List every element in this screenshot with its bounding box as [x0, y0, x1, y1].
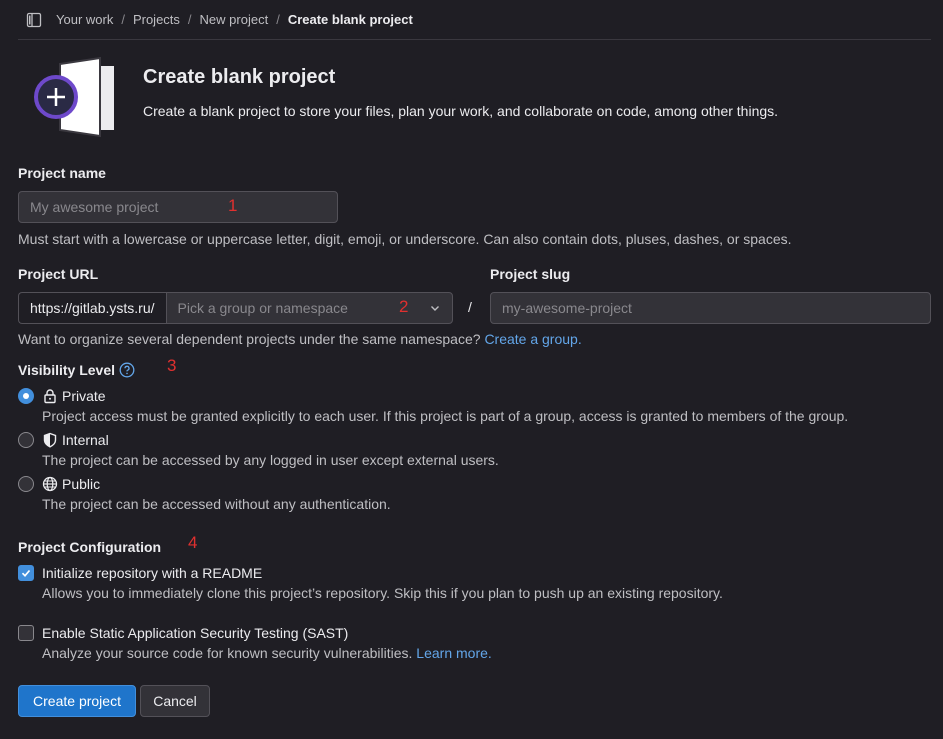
- readme-label: Initialize repository with a README: [42, 565, 263, 581]
- annotation-marker: 2: [399, 297, 409, 316]
- internal-label: Internal: [62, 432, 109, 448]
- namespace-placeholder: Pick a group or namespace: [177, 300, 348, 316]
- project-name-input[interactable]: [18, 191, 338, 223]
- sast-description: Analyze your source code for known secur…: [42, 645, 492, 661]
- breadcrumb-your-work[interactable]: Your work: [56, 12, 113, 27]
- project-url-group: https://gitlab.ysts.ru/ Pick a group or …: [18, 292, 453, 324]
- question-circle-icon[interactable]: [119, 362, 135, 378]
- breadcrumb-new-project[interactable]: New project: [200, 12, 269, 27]
- public-radio[interactable]: [18, 476, 34, 492]
- visibility-option-internal[interactable]: Internal: [18, 432, 109, 448]
- breadcrumb-projects[interactable]: Projects: [133, 12, 180, 27]
- visibility-level-heading: Visibility Level: [18, 362, 135, 378]
- page-title: Create blank project: [143, 66, 336, 88]
- public-label: Public: [62, 476, 101, 492]
- sidebar-toggle-icon[interactable]: [26, 12, 42, 28]
- public-description: The project can be accessed without any …: [42, 496, 391, 512]
- breadcrumb-separator: /: [187, 12, 192, 27]
- breadcrumb-separator: /: [276, 12, 280, 27]
- breadcrumb-separator: /: [121, 12, 125, 27]
- annotation-marker: 3: [167, 356, 177, 375]
- sast-option[interactable]: Enable Static Application Security Testi…: [18, 625, 348, 641]
- breadcrumb: Your work / Projects / New project / Cre…: [18, 0, 931, 40]
- internal-radio[interactable]: [18, 432, 34, 448]
- create-project-button[interactable]: Create project: [18, 685, 136, 717]
- project-url-prefix: https://gitlab.ysts.ru/: [18, 292, 166, 324]
- internal-description: The project can be accessed by any logge…: [42, 452, 499, 468]
- private-radio[interactable]: [18, 388, 34, 404]
- readme-checkbox[interactable]: [18, 565, 34, 581]
- sast-label: Enable Static Application Security Testi…: [42, 625, 349, 641]
- project-url-help: Want to organize several dependent proje…: [18, 331, 582, 347]
- create-project-page: Your work / Projects / New project / Cre…: [0, 0, 943, 739]
- url-slug-separator: /: [468, 299, 472, 315]
- project-name-label: Project name: [18, 165, 106, 181]
- annotation-marker: 1: [228, 196, 238, 215]
- annotation-marker: 4: [188, 533, 198, 552]
- project-slug-input[interactable]: [490, 292, 931, 324]
- project-name-help: Must start with a lowercase or uppercase…: [18, 231, 792, 247]
- breadcrumb-current: Create blank project: [287, 12, 413, 27]
- project-configuration-label: Project Configuration: [18, 539, 162, 555]
- visibility-option-public[interactable]: Public: [18, 476, 100, 492]
- lock-icon: [42, 388, 58, 404]
- learn-more-link[interactable]: Learn more.: [416, 645, 491, 661]
- sast-description-text: Analyze your source code for known secur…: [42, 645, 413, 661]
- shield-icon: [42, 432, 58, 448]
- visibility-option-private[interactable]: Private: [18, 388, 106, 404]
- sast-checkbox[interactable]: [18, 625, 34, 641]
- namespace-dropdown[interactable]: Pick a group or namespace: [165, 292, 453, 324]
- page-subtitle: Create a blank project to store your fil…: [143, 103, 779, 119]
- chevron-down-icon: [429, 302, 441, 314]
- visibility-level-label: Visibility Level: [18, 362, 116, 378]
- project-slug-label: Project slug: [490, 266, 571, 282]
- project-url-help-text: Want to organize several dependent proje…: [18, 331, 481, 347]
- globe-icon: [42, 476, 58, 492]
- private-label: Private: [62, 388, 106, 404]
- check-icon: [21, 569, 31, 577]
- readme-description: Allows you to immediately clone this pro…: [42, 585, 723, 601]
- create-group-link[interactable]: Create a group.: [484, 331, 581, 347]
- project-url-label: Project URL: [18, 266, 99, 282]
- cancel-button[interactable]: Cancel: [140, 685, 210, 717]
- blank-project-illustration: [30, 56, 116, 138]
- private-description: Project access must be granted explicitl…: [42, 408, 849, 424]
- readme-option[interactable]: Initialize repository with a README: [18, 565, 262, 581]
